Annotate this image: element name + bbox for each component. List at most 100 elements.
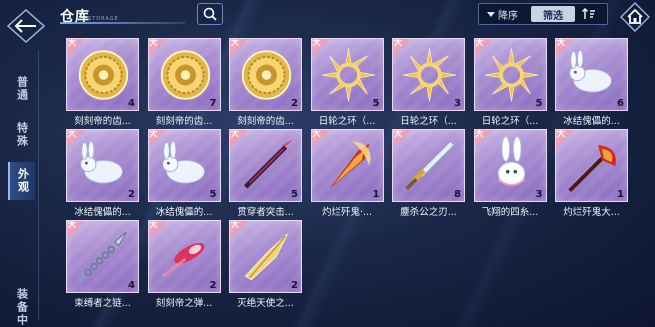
- item-count: 5: [535, 98, 543, 109]
- tab-equipped[interactable]: 装备中: [8, 287, 35, 327]
- item-card[interactable]: 大 3: [392, 38, 465, 111]
- item-name: 灼烂歼鬼大...: [563, 207, 620, 218]
- back-button[interactable]: [4, 6, 48, 46]
- item-card[interactable]: 大 7: [147, 38, 221, 111]
- rarity-badge-label: 大: [557, 129, 565, 138]
- fire-halberd-icon: [564, 136, 621, 196]
- item-card[interactable]: 大 2: [66, 129, 139, 202]
- flying-rabbit-icon: [483, 136, 540, 196]
- sort-order-label: 降序: [498, 10, 518, 22]
- item-slot[interactable]: 大 2 灭绝天使之...: [229, 220, 302, 311]
- sun-ring-icon: [483, 45, 540, 105]
- filter-button[interactable]: 筛选: [531, 6, 575, 22]
- item-count: 2: [128, 189, 135, 200]
- rarity-badge-label: 大: [149, 38, 158, 47]
- item-count: 7: [209, 98, 217, 109]
- item-card[interactable]: 大 4: [66, 38, 139, 111]
- category-tabs: 普通 特殊 外观: [8, 70, 35, 208]
- item-name: 日轮之环（...: [318, 116, 376, 127]
- item-card[interactable]: 大 1: [555, 129, 628, 202]
- item-card[interactable]: 大 6: [555, 38, 628, 111]
- item-slot[interactable]: 大 4 刻刻帝的齿...: [66, 38, 139, 129]
- item-card[interactable]: 大 5: [147, 129, 221, 202]
- gold-gear-coin-icon: [75, 45, 132, 105]
- home-button[interactable]: [619, 2, 651, 32]
- search-button[interactable]: [197, 3, 223, 25]
- piercer-spear-icon: [238, 136, 295, 196]
- item-name: 飞翔的四糸...: [481, 207, 539, 218]
- item-slot[interactable]: 大 5 冰结傀儡的...: [147, 129, 221, 220]
- item-count: 8: [454, 189, 461, 200]
- item-count: 2: [291, 280, 298, 291]
- item-slot[interactable]: 大 5 日轮之环（...: [310, 38, 384, 129]
- ice-rabbit-icon: [75, 136, 132, 196]
- home-icon: [620, 2, 650, 32]
- rarity-badge-label: 大: [149, 220, 158, 229]
- item-count: 6: [617, 98, 624, 109]
- sun-ring-icon: [401, 45, 458, 105]
- item-name: 日轮之环（...: [400, 116, 457, 127]
- item-card[interactable]: 大 8: [392, 129, 465, 202]
- item-slot[interactable]: 大 2 冰结傀儡的...: [66, 129, 139, 220]
- rarity-badge-label: 大: [149, 129, 158, 138]
- side-divider: [38, 50, 39, 320]
- item-card[interactable]: 大 3: [473, 129, 547, 202]
- item-slot[interactable]: 大 1 灼烂歼鬼·...: [310, 129, 384, 220]
- rarity-badge-label: 大: [231, 129, 239, 138]
- ice-rabbit-icon: [157, 136, 214, 196]
- item-slot[interactable]: 大 2 刻刻帝之弹...: [147, 220, 221, 311]
- item-card[interactable]: 大 5: [310, 38, 384, 111]
- item-count: 2: [291, 98, 298, 109]
- sort-filter-bar: 降序 筛选: [478, 3, 608, 25]
- tab-normal[interactable]: 普通: [8, 70, 35, 108]
- item-slot[interactable]: 大 3 日轮之环（...: [392, 38, 465, 129]
- item-name: 日轮之环（...: [481, 116, 539, 127]
- item-slot[interactable]: 大 1 灼烂歼鬼大...: [555, 129, 628, 220]
- item-slot[interactable]: 大 7 刻刻帝的齿...: [147, 38, 221, 129]
- item-card[interactable]: 大 2: [147, 220, 221, 293]
- sort-arrow-icon: [487, 12, 495, 17]
- item-name: 贯穿者突击...: [237, 207, 294, 218]
- rarity-badge-label: 大: [68, 38, 76, 47]
- rarity-badge-label: 大: [475, 129, 484, 138]
- item-slot[interactable]: 大 3 飞翔的四糸...: [473, 129, 547, 220]
- item-card[interactable]: 大 2: [229, 38, 302, 111]
- item-count: 3: [454, 98, 461, 109]
- item-card[interactable]: 大 5: [473, 38, 547, 111]
- rarity-badge-label: 大: [394, 129, 402, 138]
- gold-gear-coin-icon: [157, 45, 214, 105]
- sort-direction-icon: [582, 8, 595, 19]
- item-slot[interactable]: 大 8 鏖杀公之刃...: [392, 129, 465, 220]
- item-count: 4: [128, 98, 135, 109]
- rarity-badge-label: 大: [557, 38, 565, 47]
- sort-direction-button[interactable]: [575, 8, 603, 20]
- item-name: 冰结傀儡的...: [155, 207, 213, 218]
- item-slot[interactable]: 大 4 束缚者之链...: [66, 220, 139, 311]
- sort-order-toggle[interactable]: 降序: [479, 7, 531, 22]
- search-icon: [203, 7, 217, 21]
- sword-icon: [401, 136, 458, 196]
- rarity-badge-label: 大: [68, 129, 76, 138]
- tab-special[interactable]: 特殊: [8, 116, 35, 154]
- flame-axe-icon: [320, 136, 377, 196]
- title-underline: [60, 22, 185, 24]
- item-count: 1: [372, 189, 380, 200]
- item-card[interactable]: 大 4: [66, 220, 139, 293]
- item-slot[interactable]: 大 6 冰结傀儡的...: [555, 38, 628, 129]
- item-card[interactable]: 大 1: [310, 129, 384, 202]
- item-count: 2: [209, 280, 217, 291]
- item-name: 冰结傀儡的...: [563, 116, 620, 127]
- ice-rabbit-icon: [564, 45, 621, 105]
- item-slot[interactable]: 大 2 刻刻帝的齿...: [229, 38, 302, 129]
- rarity-badge-label: 大: [231, 220, 239, 229]
- item-name: 刻刻帝的齿...: [74, 116, 131, 127]
- item-card[interactable]: 大 5: [229, 129, 302, 202]
- tab-appearance[interactable]: 外观: [8, 162, 35, 200]
- item-slot[interactable]: 大 5 贯穿者突击...: [229, 129, 302, 220]
- rarity-badge-label: 大: [231, 38, 239, 47]
- sun-ring-icon: [320, 45, 377, 105]
- rarity-badge-label: 大: [312, 38, 321, 47]
- back-arrow-icon: [6, 8, 46, 44]
- item-slot[interactable]: 大 5 日轮之环（...: [473, 38, 547, 129]
- item-card[interactable]: 大 2: [229, 220, 302, 293]
